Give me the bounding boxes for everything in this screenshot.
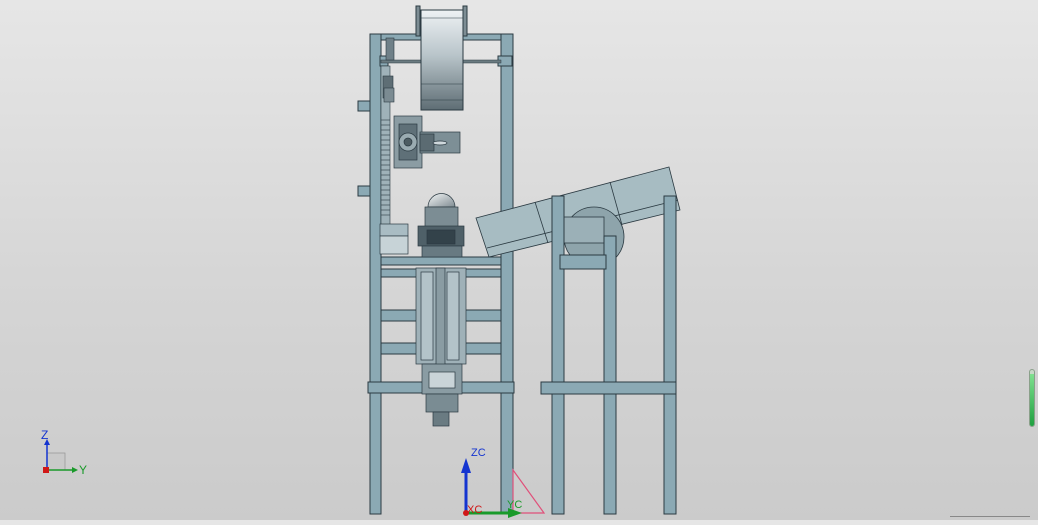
rack-column[interactable]: [380, 65, 395, 227]
status-bar-divider: [950, 516, 1030, 517]
vertical-slide[interactable]: [415, 267, 467, 427]
zc-label: ZC: [471, 447, 486, 459]
gearbox-carriage[interactable]: [393, 115, 461, 169]
model-view[interactable]: ZC XC YC Z Y: [0, 0, 1038, 520]
x-axis-marker: [43, 467, 49, 473]
cad-graphics-window[interactable]: ZC XC YC Z Y: [0, 0, 1038, 520]
xc-label: XC: [467, 504, 482, 516]
yc-label: YC: [507, 499, 522, 511]
conveyor-stand[interactable]: [540, 195, 677, 515]
view-orientation-triad: Z Y: [41, 428, 87, 477]
view-cube-face: [46, 452, 66, 471]
z-label: Z: [41, 428, 48, 442]
zoom-level-fill: [1030, 374, 1034, 426]
hoist-drum[interactable]: [380, 5, 502, 111]
y-label: Y: [79, 463, 87, 477]
drill-head[interactable]: [379, 193, 465, 258]
zoom-level-indicator[interactable]: [1029, 369, 1035, 427]
